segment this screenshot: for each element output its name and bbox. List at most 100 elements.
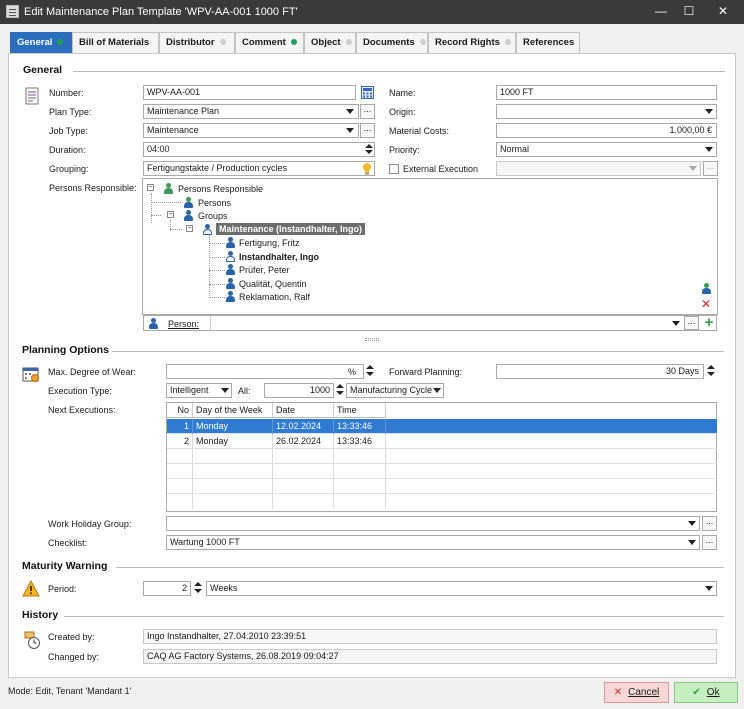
divider — [116, 567, 724, 568]
spin-down-icon[interactable] — [194, 589, 202, 593]
external-execution-label: External Execution — [403, 164, 479, 174]
table-row — [167, 464, 717, 479]
tab-documents[interactable]: Documents — [356, 32, 428, 53]
table-row[interactable]: 2 Monday 26.02.2024 13:33:46 — [167, 434, 717, 449]
cell-time: 13:33:46 — [334, 419, 386, 434]
next-executions-grid[interactable]: No Day of the Week Date Time 1 Monday 12… — [166, 402, 717, 512]
chevron-down-icon[interactable] — [346, 128, 354, 133]
column-header[interactable]: Time — [334, 403, 386, 418]
tree-node-root[interactable]: Persons Responsible — [178, 184, 263, 194]
plan-type-browse-button[interactable]: ... — [360, 104, 375, 119]
cancel-button[interactable]: ✕ Cancel — [604, 682, 669, 703]
spin-down-icon[interactable] — [365, 150, 373, 154]
chevron-down-icon[interactable] — [705, 586, 713, 591]
chevron-down-icon[interactable] — [705, 109, 713, 114]
name-label: Name: — [389, 88, 416, 98]
job-type-browse-button[interactable]: ... — [360, 123, 375, 138]
add-group-icon[interactable] — [701, 283, 712, 294]
tab-bar: General Bill of Materials Distributor Co… — [8, 32, 736, 53]
cell-date: 12.02.2024 — [273, 419, 334, 434]
checklist-select[interactable]: Wartung 1000 FT — [166, 535, 700, 550]
tab-object[interactable]: Object — [304, 32, 356, 53]
collapse-toggle[interactable]: − — [167, 211, 174, 218]
person-icon — [148, 318, 159, 329]
person-browse-button[interactable]: ... — [684, 316, 699, 330]
chevron-down-icon[interactable] — [705, 147, 713, 152]
origin-select[interactable] — [496, 104, 717, 119]
material-costs-field[interactable]: 1.000,00 € — [496, 123, 717, 138]
spin-up-icon[interactable] — [365, 144, 373, 148]
persons-responsible-tree[interactable]: − Persons Responsible Persons − Groups −… — [142, 178, 718, 315]
all-label: All: — [238, 386, 251, 396]
chevron-down-icon[interactable] — [689, 166, 697, 171]
divider — [64, 616, 724, 617]
number-field[interactable]: WPV-AA-001 — [143, 85, 356, 100]
tab-comment[interactable]: Comment — [235, 32, 304, 53]
forward-planning-field[interactable]: 30 Days — [496, 364, 704, 379]
tab-references[interactable]: References — [516, 32, 580, 53]
tree-node-member[interactable]: Fertigung, Fritz — [239, 238, 300, 248]
tree-node-member[interactable]: Qualität, Quentin — [239, 279, 307, 289]
table-row[interactable]: 1 Monday 12.02.2024 13:33:46 — [167, 419, 717, 434]
max-wear-field[interactable] — [166, 364, 364, 379]
chevron-down-icon[interactable] — [688, 521, 696, 526]
tree-node-persons[interactable]: Persons — [198, 198, 231, 208]
maximize-button[interactable]: ☐ — [672, 0, 706, 24]
collapse-toggle[interactable]: − — [147, 184, 154, 191]
duration-field[interactable]: 04:00 — [143, 142, 375, 157]
name-field[interactable]: 1000 FT — [496, 85, 717, 100]
column-header[interactable]: Day of the Week — [193, 403, 273, 418]
spin-up-icon[interactable] — [707, 365, 715, 369]
chevron-down-icon[interactable] — [433, 388, 441, 393]
splitter-grip[interactable] — [365, 338, 379, 341]
delete-icon[interactable]: ✕ — [701, 298, 712, 310]
spin-up-icon[interactable] — [366, 365, 374, 369]
tree-node-groups[interactable]: Groups — [198, 211, 228, 221]
spin-down-icon[interactable] — [336, 391, 344, 395]
spin-down-icon[interactable] — [707, 372, 715, 376]
checklist-browse-button[interactable]: ... — [702, 535, 717, 550]
lightbulb-icon[interactable] — [362, 162, 372, 175]
plan-type-select[interactable]: Maintenance Plan — [143, 104, 359, 119]
period-unit-select[interactable]: Weeks — [206, 581, 717, 596]
chevron-down-icon[interactable] — [688, 540, 696, 545]
chevron-down-icon[interactable] — [346, 109, 354, 114]
external-execution-select[interactable] — [496, 161, 701, 176]
tree-node-member[interactable]: Reklamation, Ralf — [239, 292, 310, 302]
collapse-toggle[interactable]: − — [186, 225, 193, 232]
tab-bill-of-materials[interactable]: Bill of Materials — [72, 32, 159, 53]
period-field[interactable]: 2 — [143, 581, 191, 596]
job-type-select[interactable]: Maintenance — [143, 123, 359, 138]
chevron-down-icon[interactable] — [221, 388, 229, 393]
column-header[interactable]: No — [167, 403, 193, 418]
external-execution-browse-button[interactable]: ... — [703, 161, 718, 176]
work-holiday-browse-button[interactable]: ... — [702, 516, 717, 531]
plan-type-label: Plan Type: — [49, 107, 92, 117]
changed-by-field: CAQ AG Factory Systems, 26.08.2019 09:04… — [143, 649, 717, 664]
tab-distributor[interactable]: Distributor — [159, 32, 235, 53]
close-button[interactable]: ✕ — [706, 0, 740, 24]
person-select[interactable] — [210, 316, 684, 330]
column-header[interactable]: Date — [273, 403, 334, 418]
all-field[interactable]: 1000 — [264, 383, 334, 398]
cycle-unit-select[interactable]: Manufacturing Cycle — [346, 383, 444, 398]
tree-node-member[interactable]: Prüfer, Peter — [239, 265, 290, 275]
add-person-icon[interactable]: + — [702, 315, 716, 330]
external-execution-checkbox[interactable] — [389, 164, 399, 174]
spin-down-icon[interactable] — [366, 372, 374, 376]
calculator-icon[interactable] — [360, 85, 375, 100]
grouping-field[interactable]: Fertigungstakte / Production cycles — [143, 161, 375, 176]
tree-node-maintenance-group[interactable]: Maintenance (Instandhalter, Ingo) — [216, 223, 366, 235]
tab-record-rights[interactable]: Record Rights — [428, 32, 516, 53]
status-dot-icon — [419, 39, 426, 46]
spin-up-icon[interactable] — [194, 582, 202, 586]
spin-up-icon[interactable] — [336, 384, 344, 388]
ok-button[interactable]: ✔ Ok — [674, 682, 738, 703]
tree-node-member[interactable]: Instandhalter, Ingo — [239, 252, 319, 262]
calendar-settings-icon — [22, 365, 40, 383]
section-planning-heading: Planning Options — [22, 344, 109, 356]
chevron-down-icon[interactable] — [672, 321, 680, 326]
work-holiday-select[interactable] — [166, 516, 700, 531]
priority-select[interactable]: Normal — [496, 142, 717, 157]
tab-general[interactable]: General — [10, 32, 72, 53]
